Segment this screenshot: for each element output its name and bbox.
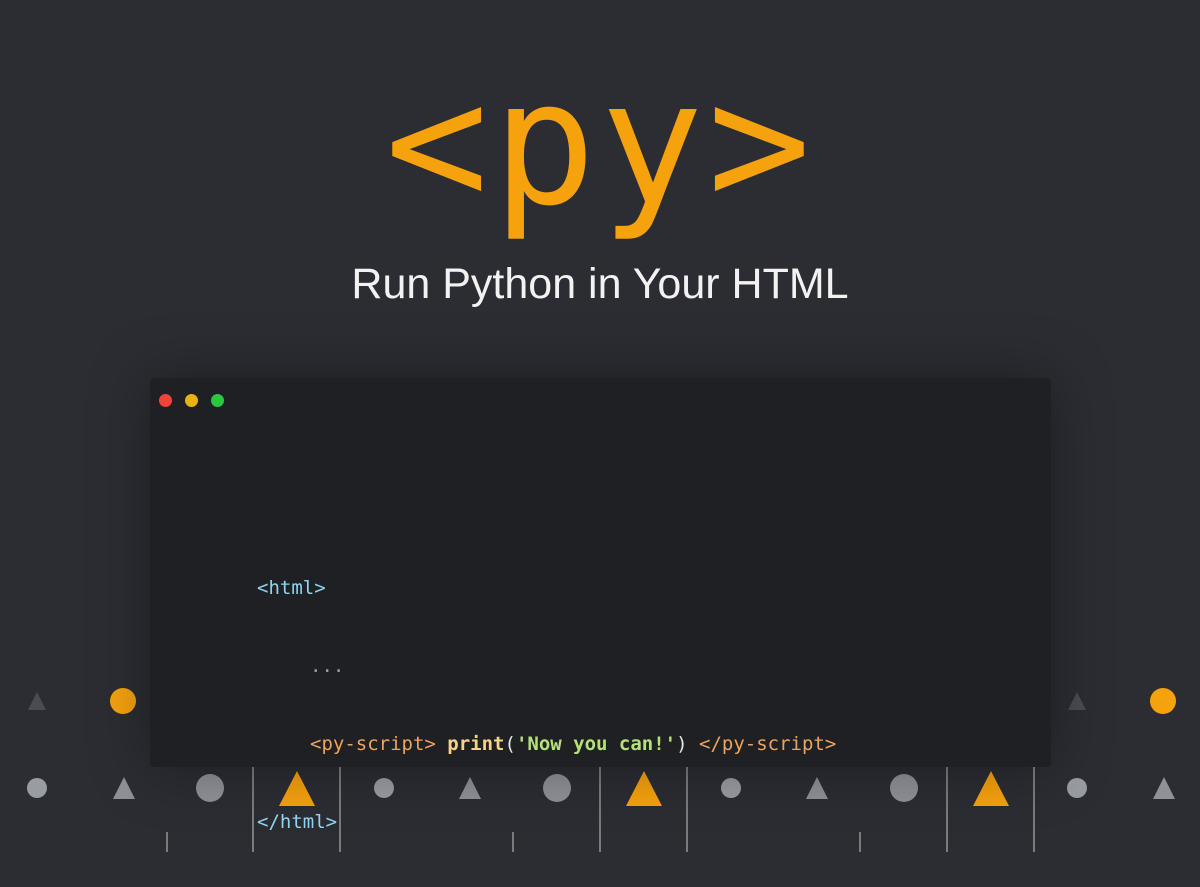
string-literal: 'Now you can!' — [515, 733, 677, 755]
ellipsis: ... — [310, 655, 345, 677]
circle-shape — [196, 774, 224, 802]
circle-shape — [890, 774, 918, 802]
circle-shape — [27, 778, 47, 798]
code-line: <py-script> print('Now you can!') </py-s… — [257, 731, 836, 757]
py-script-close-tag: </py-script> — [699, 733, 837, 755]
triangle-shape — [1068, 692, 1086, 710]
code-line: <html> — [257, 575, 836, 601]
code-line: ... — [257, 653, 836, 679]
triangle-shape — [973, 771, 1009, 806]
html-open-tag: <html> — [257, 577, 326, 599]
paren-close: ) — [676, 733, 688, 755]
print-function: print — [447, 733, 505, 755]
code-block: <html> ... <py-script> print('Now you ca… — [257, 523, 836, 887]
code-window: <html> ... <py-script> print('Now you ca… — [150, 378, 1051, 833]
py-script-open-tag: <py-script> — [310, 733, 436, 755]
maximize-window-button[interactable] — [211, 394, 224, 407]
circle-shape — [1150, 688, 1176, 714]
paren-open: ( — [504, 733, 516, 755]
minimize-window-button[interactable] — [185, 394, 198, 407]
circle-shape — [110, 688, 136, 714]
circle-shape — [1067, 778, 1087, 798]
triangle-shape — [28, 692, 46, 710]
triangle-shape — [113, 777, 135, 799]
code-line: </html> — [257, 809, 836, 835]
html-close-tag: </html> — [257, 811, 338, 833]
triangle-shape — [1153, 777, 1175, 799]
close-window-button[interactable] — [159, 394, 172, 407]
